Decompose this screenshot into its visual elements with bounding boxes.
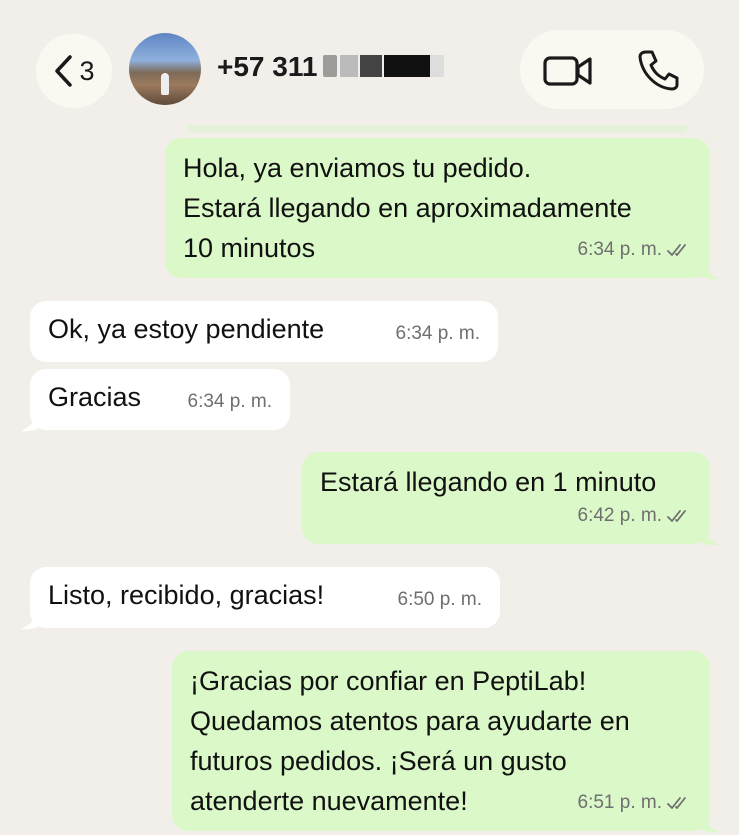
bubble-tail <box>698 811 720 833</box>
message-bubble-incoming[interactable]: Gracias 6:34 p. m. <box>30 369 290 430</box>
message-line: ¡Gracias por confiar en PeptiLab! <box>190 666 587 696</box>
video-call-icon[interactable] <box>542 50 594 90</box>
double-check-icon <box>667 510 686 522</box>
message-time: 6:34 p. m. <box>395 323 481 344</box>
bubble-tail <box>20 608 42 630</box>
message-meta: 6:34 p. m. <box>578 230 693 270</box>
avatar[interactable] <box>129 33 201 105</box>
message-line: Quedamos atentos para ayudarte en <box>190 706 630 736</box>
double-check-icon <box>667 797 686 809</box>
message-meta: 6:42 p. m. <box>578 496 693 536</box>
message-line: atenderte nuevamente! <box>190 786 468 816</box>
message-time: 6:50 p. m. <box>397 589 483 610</box>
message-bubble-outgoing[interactable]: Estará llegando en 1 minuto 6:42 p. m. <box>302 452 710 544</box>
message-meta: 6:51 p. m. <box>578 783 693 823</box>
call-actions <box>520 30 704 109</box>
message-text: ¡Gracias por confiar en PeptiLab! Quedam… <box>190 661 630 821</box>
message-bubble-outgoing[interactable]: ¡Gracias por confiar en PeptiLab! Quedam… <box>172 651 710 831</box>
chevron-left-icon <box>55 55 73 87</box>
redaction-block <box>384 55 430 77</box>
message-time: 6:34 p. m. <box>187 391 273 412</box>
redaction-block <box>430 55 444 77</box>
message-line: Estará llegando en aproximadamente <box>183 193 632 223</box>
message-bubble-incoming[interactable]: Ok, ya estoy pendiente 6:34 p. m. <box>30 301 498 362</box>
redaction-block <box>360 55 382 77</box>
bubble-tail <box>698 258 720 280</box>
message-line: Hola, ya enviamos tu pedido. <box>183 153 532 183</box>
redaction-block <box>323 55 337 77</box>
message-line: futuros pedidos. ¡Será un gusto <box>190 746 567 776</box>
message-line: Ok, ya estoy pendiente <box>48 314 325 344</box>
message-text: Gracias <box>48 377 141 417</box>
message-bubble-outgoing[interactable]: Hola, ya enviamos tu pedido. Estará lleg… <box>165 138 710 278</box>
message-bubble-incoming[interactable]: Listo, recibido, gracias! 6:50 p. m. <box>30 567 500 628</box>
message-text: Hola, ya enviamos tu pedido. Estará lleg… <box>183 148 632 268</box>
double-check-icon <box>667 244 686 256</box>
bubble-tail <box>698 524 720 546</box>
message-time: 6:51 p. m. <box>577 792 663 813</box>
message-text: Ok, ya estoy pendiente <box>48 309 324 349</box>
message-time: 6:34 p. m. <box>577 239 663 260</box>
bubble-tail <box>20 410 42 432</box>
previous-message-edge <box>186 125 688 133</box>
message-time: 6:42 p. m. <box>577 505 663 526</box>
redaction-block <box>340 55 358 77</box>
chat-header: 3 +57 311 <box>0 0 739 125</box>
message-text: Listo, recibido, gracias! <box>48 575 324 615</box>
contact-name[interactable]: +57 311 <box>217 51 317 83</box>
message-line: Gracias <box>48 382 142 412</box>
message-line: 10 minutos <box>183 233 316 263</box>
back-button[interactable]: 3 <box>36 34 112 108</box>
message-line: Listo, recibido, gracias! <box>48 580 325 610</box>
phone-icon[interactable] <box>636 48 680 92</box>
unread-count: 3 <box>79 55 95 86</box>
avatar-figure <box>161 73 169 95</box>
